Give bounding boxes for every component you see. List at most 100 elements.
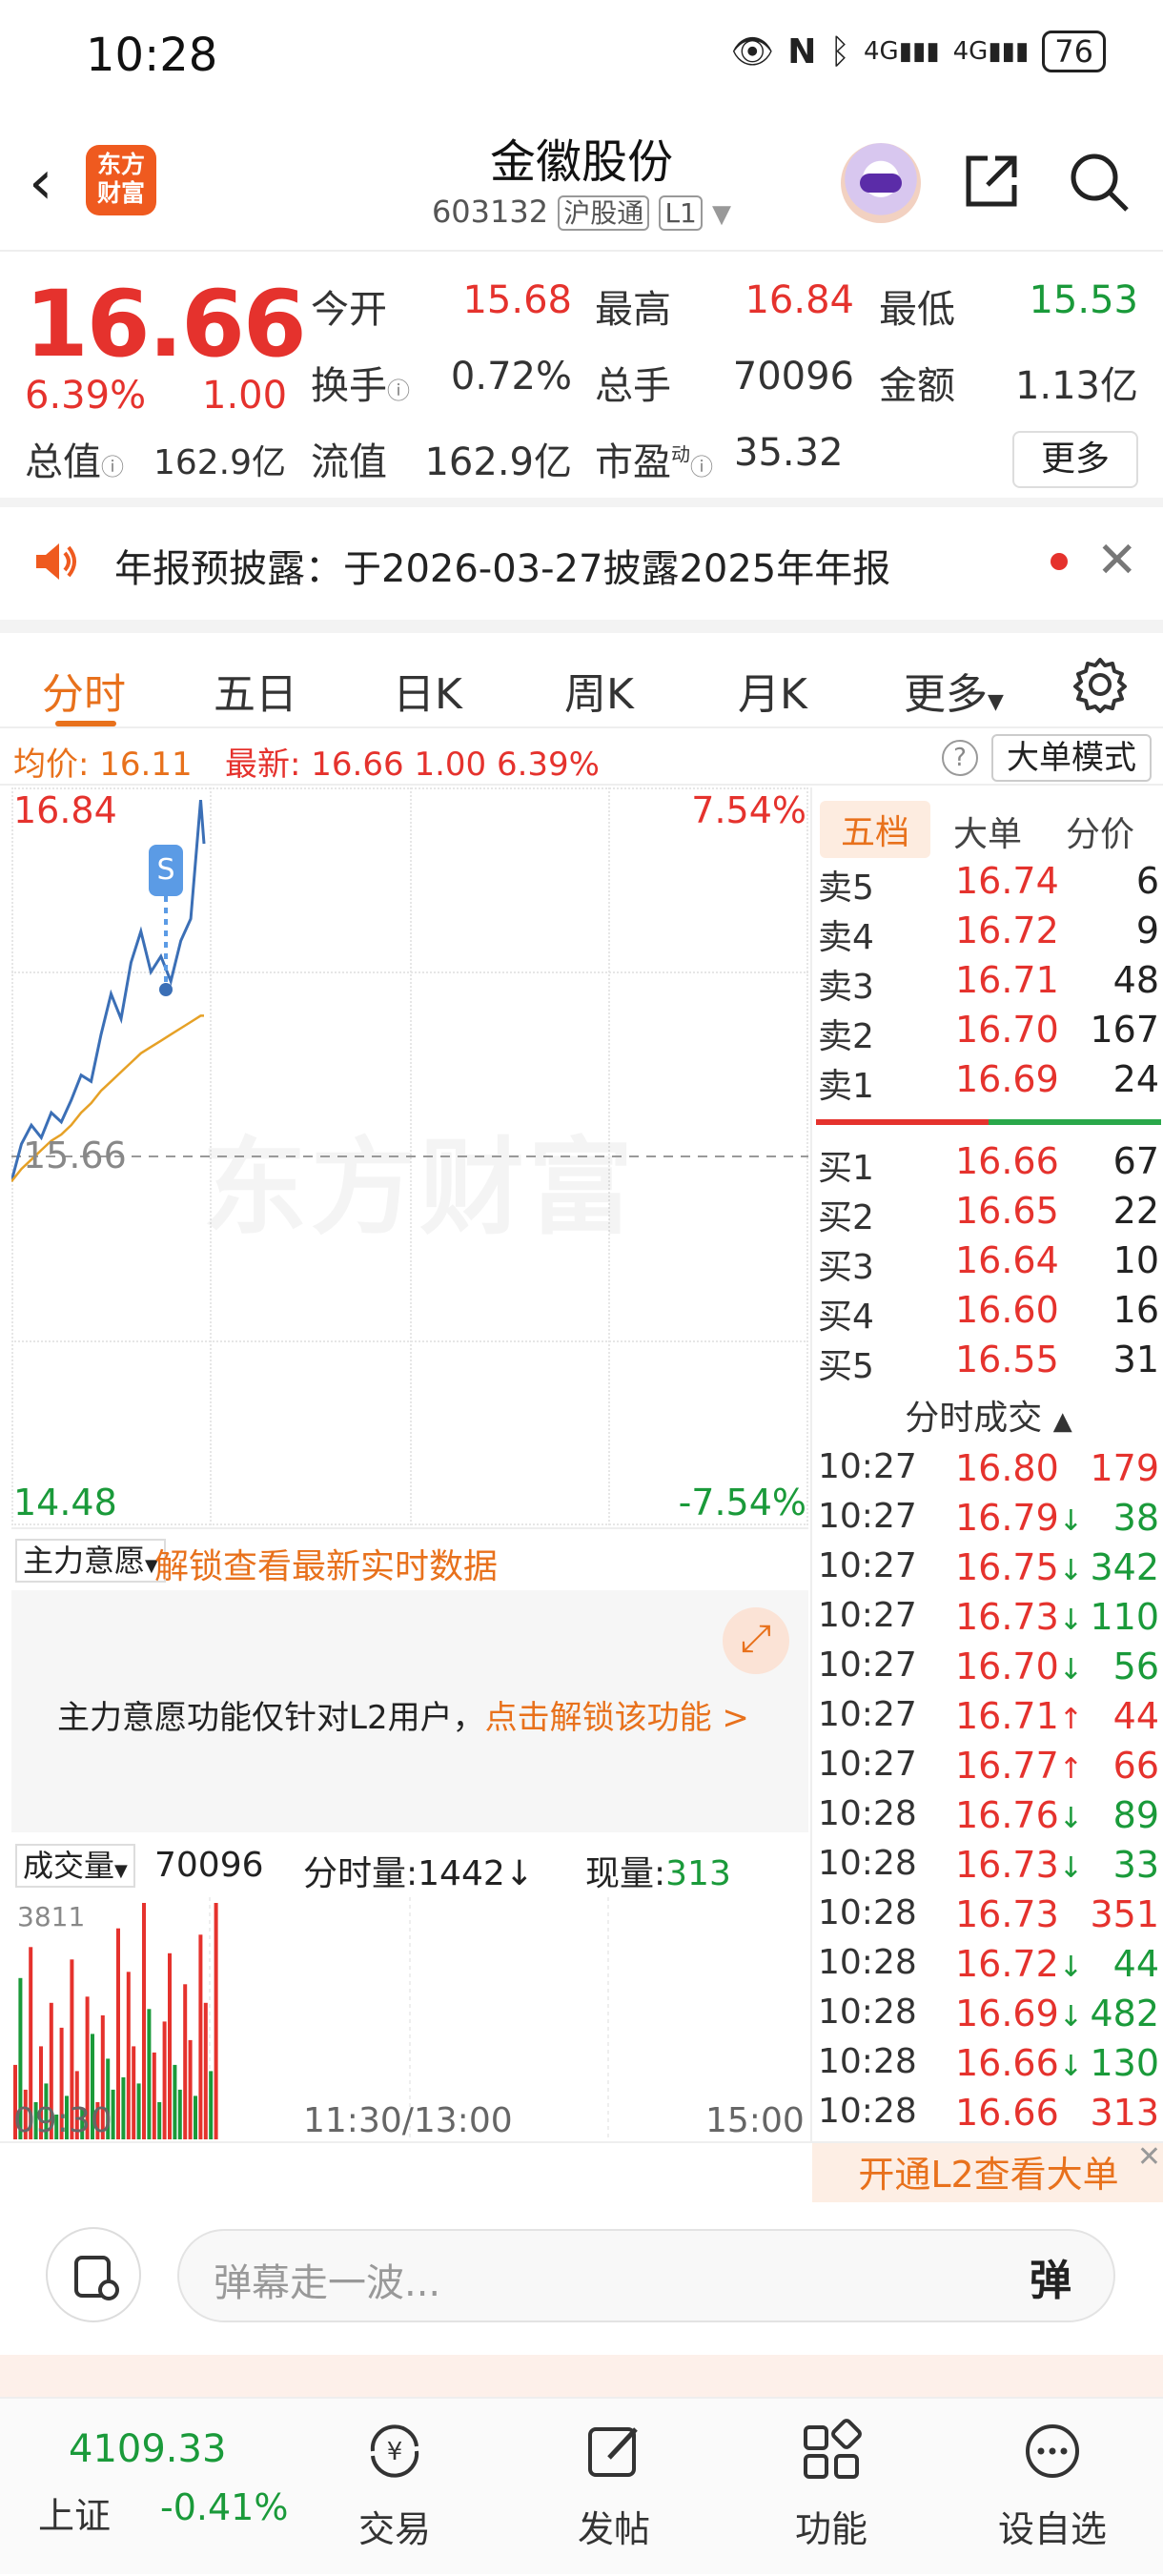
pe-label: 市盈动ⓘ xyxy=(595,440,713,484)
tab-weekly-k[interactable]: 周K xyxy=(564,660,634,721)
float-value: 162.9亿 xyxy=(424,440,572,484)
intraday-chart[interactable]: 东方财富 16.84 7.54% 15.66 14.48 -7.54% S xyxy=(11,787,808,1525)
volume-bar xyxy=(132,2046,136,2139)
bid-level-label: 买2 xyxy=(818,1198,874,1237)
close-icon[interactable]: ✕ xyxy=(1096,532,1138,589)
status-icons: 👁 N ᛒ 4G▮▮▮ 4G▮▮▮ 76 xyxy=(731,31,1106,72)
volume-bar xyxy=(142,1903,146,2139)
ask-row[interactable]: 卖3 16.71 48 xyxy=(812,959,1163,1009)
tick-price: 16.75↓ xyxy=(955,1546,1083,1588)
signal-marker-point xyxy=(159,983,173,996)
ask-price: 16.69 xyxy=(955,1058,1059,1100)
low-label: 最低 xyxy=(879,288,955,332)
open-value: 15.68 xyxy=(462,278,572,322)
chart-tabs: 分时 五日 日K 周K 月K 更多▼ xyxy=(0,620,1163,726)
search-icon[interactable] xyxy=(1068,151,1131,214)
tick-row: 10:27 16.71↑ 44 xyxy=(812,1695,1163,1745)
tab-monthly-k[interactable]: 月K xyxy=(738,660,807,721)
nav-trade[interactable]: ¥ 交易 xyxy=(309,2399,480,2576)
comment-settings-icon[interactable] xyxy=(46,2227,141,2322)
volume-bar xyxy=(194,2096,197,2139)
big-order-mode-button[interactable]: 大单模式 xyxy=(991,734,1152,782)
status-time: 10:28 xyxy=(86,29,218,82)
nav-post[interactable]: 发帖 xyxy=(528,2399,700,2576)
tab-five-day[interactable]: 五日 xyxy=(214,660,297,721)
bid-row[interactable]: 买3 16.64 10 xyxy=(812,1239,1163,1289)
tick-volume: 342 xyxy=(1090,1546,1159,1588)
tab-daily-k[interactable]: 日K xyxy=(393,660,462,721)
unlock-feature-link[interactable]: 点击解锁该功能 > xyxy=(485,1699,749,1737)
index-ticker[interactable]: 4109.33 上证 -0.41% xyxy=(0,2399,305,2576)
status-bar: 10:28 👁 N ᛒ 4G▮▮▮ 4G▮▮▮ 76 xyxy=(0,0,1163,114)
nav-add-watchlist[interactable]: 设自选 xyxy=(967,2399,1138,2576)
tab-price-distribution[interactable]: 分价 xyxy=(1066,807,1134,856)
tick-time: 10:28 xyxy=(818,1844,917,1883)
volume-total: 70096 xyxy=(154,1846,264,1885)
volume-select[interactable]: 成交量▼ xyxy=(15,1844,135,1888)
volume-max-label: 3811 xyxy=(17,1901,86,1932)
notice-bar[interactable]: 年报预披露：于2026-03-27披露2025年年报 ✕ xyxy=(0,507,1163,616)
info-icon: ⓘ xyxy=(101,454,124,480)
bid-row[interactable]: 买5 16.55 31 xyxy=(812,1339,1163,1388)
tick-volume: 33 xyxy=(1112,1844,1159,1886)
tick-volume: 351 xyxy=(1090,1893,1159,1935)
mktcap-label: 总值ⓘ xyxy=(25,440,124,484)
tab-intraday[interactable]: 分时 xyxy=(42,660,126,721)
tick-row: 10:28 16.76↓ 89 xyxy=(812,1794,1163,1844)
caret-down-icon: ▼ xyxy=(712,200,732,229)
assistant-robot-icon[interactable] xyxy=(841,143,921,223)
price-line-chart xyxy=(11,799,808,1182)
bid-row[interactable]: 买4 16.60 16 xyxy=(812,1289,1163,1339)
ask-level-label: 卖5 xyxy=(818,869,874,908)
tab-more[interactable]: 更多▼ xyxy=(904,660,1004,721)
turnover-label: 换手ⓘ xyxy=(311,364,410,408)
mktcap-value: 162.9亿 xyxy=(153,443,286,482)
tick-price: 16.79↓ xyxy=(955,1497,1083,1539)
help-icon[interactable]: ? xyxy=(942,740,978,776)
amount-label: 金额 xyxy=(879,364,955,408)
unlock-realtime-link[interactable]: 解锁查看最新实时数据 xyxy=(154,1539,498,1588)
more-button[interactable]: 更多 xyxy=(1012,431,1138,488)
close-icon[interactable]: ✕ xyxy=(1137,2124,1161,2191)
sell-signal-marker[interactable]: S xyxy=(149,845,183,896)
tab-big-orders[interactable]: 大单 xyxy=(953,807,1022,856)
ask-row[interactable]: 卖2 16.70 167 xyxy=(812,1009,1163,1058)
ask-row[interactable]: 卖5 16.74 6 xyxy=(812,860,1163,910)
tab-five-levels[interactable]: 五档 xyxy=(820,801,931,858)
danmu-toggle-icon[interactable]: 弹 xyxy=(1030,2246,1071,2307)
order-book-panel: 五档 大单 分价 卖5 16.74 6 卖4 16.72 9 卖3 16.71 … xyxy=(810,787,1163,2208)
tick-volume: 56 xyxy=(1112,1646,1159,1687)
edit-post-icon xyxy=(588,2427,638,2477)
gear-icon[interactable] xyxy=(1070,654,1131,715)
bid-volume: 31 xyxy=(1112,1339,1159,1380)
tick-price: 16.80 xyxy=(955,1447,1059,1489)
bid-row[interactable]: 买1 16.66 67 xyxy=(812,1140,1163,1190)
bid-row[interactable]: 买2 16.65 22 xyxy=(812,1190,1163,1239)
grid-apps-icon xyxy=(804,2419,862,2479)
bid-volume: 16 xyxy=(1112,1289,1159,1331)
tick-volume: 110 xyxy=(1090,1596,1159,1638)
open-l2-banner[interactable]: 开通L2查看大单 ✕ xyxy=(812,2140,1163,2208)
ask-row[interactable]: 卖4 16.72 9 xyxy=(812,910,1163,959)
ticks-title[interactable]: 分时成交 ▲ xyxy=(812,1390,1163,1440)
open-label: 今开 xyxy=(311,288,387,332)
tick-row: 10:28 16.69↓ 482 xyxy=(812,1993,1163,2042)
ask-row[interactable]: 卖1 16.69 24 xyxy=(812,1058,1163,1108)
svg-text:¥: ¥ xyxy=(387,2438,403,2466)
main-force-select[interactable]: 主力意愿▼ xyxy=(15,1539,166,1583)
tick-price: 16.66↓ xyxy=(955,2042,1083,2084)
share-icon[interactable] xyxy=(961,151,1022,212)
amount-value: 1.13亿 xyxy=(1014,364,1138,408)
bid-level-label: 买1 xyxy=(818,1149,874,1188)
volume-bar xyxy=(168,1952,172,2139)
bid-price: 16.66 xyxy=(955,1140,1059,1182)
signal-icon-2: 4G▮▮▮ xyxy=(952,37,1030,66)
caret-down-icon: ▼ xyxy=(114,1861,128,1881)
ask-level-label: 卖4 xyxy=(818,918,874,957)
nav-functions[interactable]: 功能 xyxy=(745,2399,917,2576)
turnover-value: 0.72% xyxy=(450,355,572,399)
tick-row: 10:27 16.80 179 xyxy=(812,1447,1163,1497)
tick-volume: 179 xyxy=(1090,1447,1159,1489)
tick-time: 10:28 xyxy=(818,1893,917,1932)
expand-icon[interactable]: ⤢ xyxy=(723,1607,789,1674)
